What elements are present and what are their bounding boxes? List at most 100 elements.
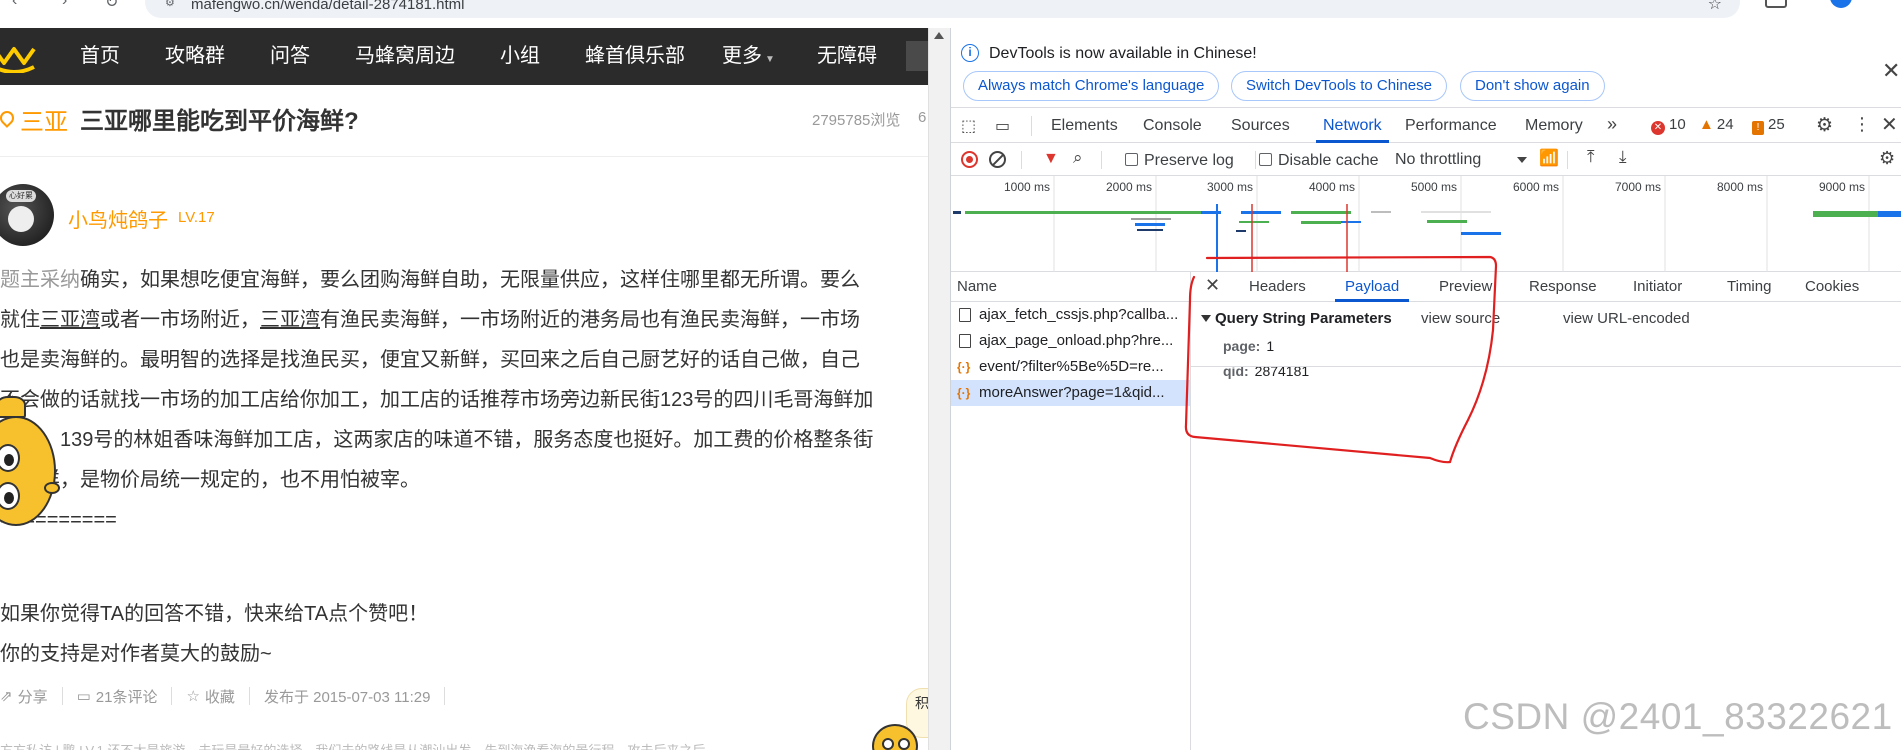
site-info-icon[interactable]: ⚙ — [165, 0, 175, 9]
section-toggle[interactable]: Query String Parameters — [1201, 310, 1392, 327]
bookmark-star-icon[interactable]: ☆ — [1708, 0, 1722, 14]
document-icon — [959, 308, 971, 322]
nav-link[interactable]: 问答 — [270, 28, 310, 85]
network-overview-timeline[interactable]: 1000 ms 2000 ms 3000 ms 4000 ms 5000 ms 6000 … — [951, 176, 1901, 272]
throttling-select[interactable]: No throttling — [1395, 151, 1527, 169]
tab-memory[interactable]: Memory — [1525, 108, 1583, 143]
warning-count-badge[interactable]: ▲ 24 — [1699, 116, 1734, 133]
record-icon[interactable] — [961, 151, 978, 168]
author-name[interactable]: 小鸟炖鸽子 — [68, 204, 168, 233]
nav-link[interactable]: 小组 — [500, 28, 540, 85]
tab-console[interactable]: Console — [1143, 108, 1202, 143]
issue-count-badge[interactable]: ! 25 — [1752, 116, 1785, 135]
more-tabs-icon[interactable]: » — [1607, 114, 1617, 135]
timeline-request-bar — [1427, 220, 1467, 223]
tab-sources[interactable]: Sources — [1231, 108, 1290, 143]
timeline-tick-label: 7000 ms — [1615, 180, 1661, 194]
forward-icon[interactable]: › — [62, 0, 67, 10]
device-toolbar-icon[interactable]: ▭ — [995, 116, 1010, 136]
timeline-request-bar — [965, 211, 1205, 214]
timeline-tick-label: 1000 ms — [1004, 180, 1050, 194]
devtools-tabbar: ⬚ ▭ Elements Console Sources Network Per… — [951, 108, 1901, 143]
address-bar[interactable]: ⚙ mafengwo.cn/wenda/detail-2874181.html … — [145, 0, 1740, 18]
checkbox-box[interactable] — [1125, 153, 1138, 166]
detail-tab-initiator[interactable]: Initiator — [1633, 272, 1682, 302]
timeline-request-bar — [1301, 221, 1341, 224]
tab-search-icon[interactable] — [1765, 0, 1787, 8]
nav-link[interactable]: 蜂首俱乐部 — [585, 28, 685, 85]
place-link[interactable]: 三亚湾 — [260, 309, 320, 331]
request-row[interactable]: ajax_page_onload.php?hre... — [951, 328, 1190, 354]
nav-accessibility[interactable]: 无障碍 — [817, 28, 877, 85]
param-row: page: 1 — [1223, 338, 1274, 354]
nav-more[interactable]: 更多 ▼ — [722, 28, 775, 88]
tab-network[interactable]: Network — [1316, 108, 1389, 143]
name-column-header[interactable]: Name — [951, 272, 1190, 302]
back-icon[interactable]: ‹ — [12, 0, 17, 10]
detail-tab-payload[interactable]: Payload — [1335, 272, 1410, 302]
request-row[interactable]: {·} event/?filter%5Be%5D=re... — [951, 354, 1190, 380]
scroll-up-icon[interactable] — [934, 32, 944, 39]
favorite-button[interactable]: ☆ 收藏 — [186, 686, 234, 707]
network-settings-gear-icon[interactable]: ⚙ — [1879, 148, 1895, 169]
share-button[interactable]: ⇗ 分享 — [0, 686, 48, 707]
disable-cache-checkbox[interactable]: Disable cache — [1259, 152, 1379, 170]
view-encoded-link[interactable]: view URL-encoded — [1563, 310, 1690, 327]
view-source-link[interactable]: view source — [1421, 310, 1500, 327]
page-scrollbar[interactable] — [928, 28, 950, 750]
mascot-bee-icon[interactable] — [0, 396, 60, 531]
nav-link[interactable]: 首页 — [80, 28, 120, 85]
question-city[interactable]: 三亚 — [20, 102, 68, 137]
comments-button[interactable]: ▭ 21条评论 — [77, 686, 158, 707]
detail-tab-response[interactable]: Response — [1529, 272, 1597, 302]
request-row[interactable]: {·} moreAnswer?page=1&qid... — [951, 380, 1190, 406]
match-language-button[interactable]: Always match Chrome's language — [963, 71, 1220, 101]
timeline-tick-label: 6000 ms — [1513, 180, 1559, 194]
devtools-panel: i DevTools is now available in Chinese! … — [950, 28, 1901, 750]
detail-tab-timing[interactable]: Timing — [1727, 272, 1771, 302]
tab-elements[interactable]: Elements — [1051, 108, 1118, 143]
kebab-menu-icon[interactable]: ⋮ — [1853, 114, 1871, 135]
answer-text: 或者一市场附近， — [100, 309, 260, 331]
mafengwo-logo[interactable] — [0, 37, 38, 73]
switch-chinese-button[interactable]: Switch DevTools to Chinese — [1231, 71, 1447, 101]
checkbox-box[interactable] — [1259, 153, 1272, 166]
timeline-request-bar — [1135, 223, 1165, 226]
tab-performance[interactable]: Performance — [1405, 108, 1497, 143]
profile-avatar[interactable] — [1830, 0, 1852, 8]
error-count-badge[interactable]: ✕ 10 — [1651, 116, 1686, 135]
nav-search-box[interactable] — [906, 41, 928, 71]
timeline-tick-label: 8000 ms — [1717, 180, 1763, 194]
inspect-element-icon[interactable]: ⬚ — [961, 116, 976, 136]
dont-show-again-button[interactable]: Don't show again — [1460, 71, 1605, 101]
network-conditions-icon[interactable]: 📶 — [1539, 148, 1559, 168]
mascot-arm — [0, 396, 26, 418]
detail-tab-cookies[interactable]: Cookies — [1805, 272, 1859, 302]
request-row[interactable]: ajax_fetch_cssjs.php?callba... — [951, 302, 1190, 328]
view-count: 2795785浏览 — [812, 112, 901, 129]
detail-tab-preview[interactable]: Preview — [1439, 272, 1492, 302]
place-link[interactable]: 三亚湾 — [40, 309, 100, 331]
settings-gear-icon[interactable]: ⚙ — [1816, 114, 1833, 137]
export-har-icon[interactable]: ⤓ — [1619, 147, 1627, 167]
preserve-log-checkbox[interactable]: Preserve log — [1125, 152, 1234, 170]
timeline-tick-label: 9000 ms — [1819, 180, 1865, 194]
timeline-request-bar — [1239, 221, 1269, 223]
reload-icon[interactable]: ↻ — [105, 0, 118, 12]
close-icon[interactable]: ✕ — [1205, 275, 1220, 296]
warning-count: 24 — [1716, 116, 1734, 133]
nav-link[interactable]: 攻略群 — [165, 28, 225, 85]
import-har-icon[interactable]: ⤒ — [1587, 147, 1595, 167]
timeline-request-bar — [1131, 218, 1171, 220]
avatar[interactable]: 心好累 — [0, 184, 54, 246]
detail-tab-headers[interactable]: Headers — [1249, 272, 1306, 302]
timeline-request-bar — [1341, 221, 1361, 223]
warning-icon: ▲ — [1699, 116, 1714, 133]
clear-icon[interactable] — [989, 151, 1006, 168]
nav-link[interactable]: 马蜂窝周边 — [355, 28, 455, 85]
divider — [1567, 151, 1568, 169]
close-icon[interactable]: ✕ — [1882, 58, 1900, 84]
search-icon[interactable]: ⌕ — [1073, 148, 1083, 168]
close-devtools-icon[interactable]: ✕ — [1881, 112, 1898, 137]
filter-icon[interactable]: ▼ — [1043, 150, 1059, 168]
